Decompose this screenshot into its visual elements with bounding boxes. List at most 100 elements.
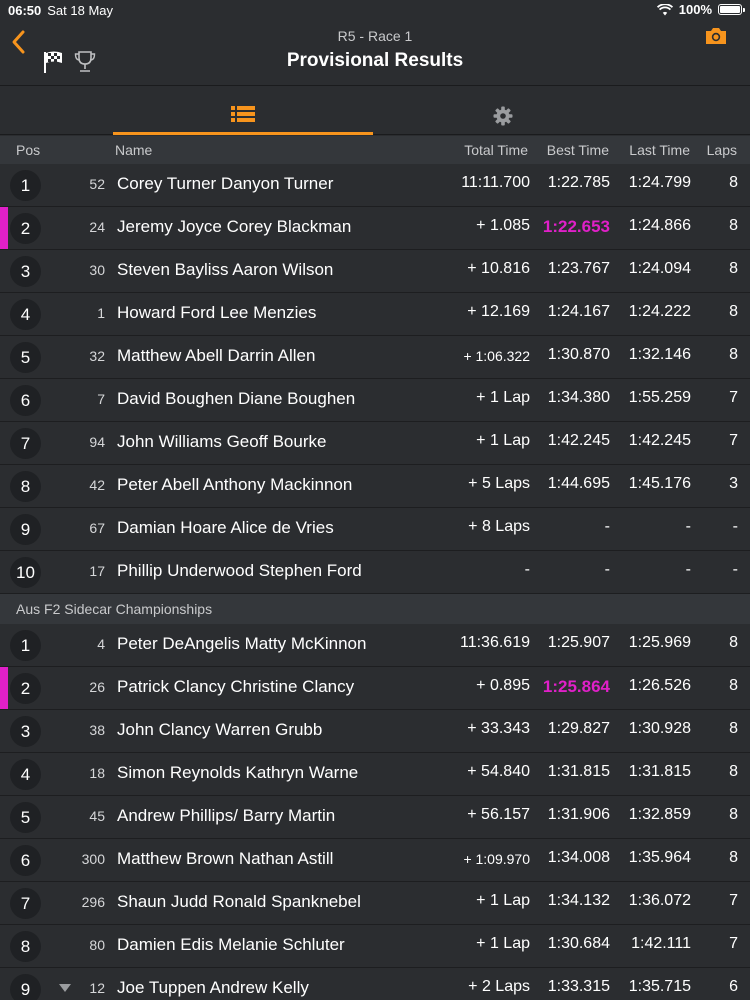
last-time: 1:26.526 [628, 677, 691, 694]
rider-names: Corey Turner Danyon Turner [117, 174, 334, 193]
rider-names: Andrew Phillips/ Barry Martin [117, 806, 336, 825]
total-time: + 33.343 [467, 720, 530, 737]
last-time: 1:42.111 [631, 935, 691, 952]
total-time: + 1:09.970 [463, 851, 530, 867]
rider-names: David Boughen Diane Boughen [117, 389, 356, 408]
status-date: Sat 18 May [47, 3, 114, 18]
result-row[interactable]: 6 7 David Boughen Diane Boughen + 1 Lap 1:34… [0, 379, 750, 422]
result-row[interactable]: 3 30 Steven Bayliss Aaron Wilson + 10.816 1:… [0, 250, 750, 293]
result-row[interactable]: 9 12 Joe Tuppen Andrew Kelly + 2 Laps 1:33.3… [0, 968, 750, 1000]
race-subtitle: R5 - Race 1 [337, 28, 413, 44]
rider-number: 45 [89, 808, 105, 824]
laps-count: 6 [729, 978, 738, 995]
laps-count: 8 [729, 217, 738, 234]
best-time: 1:24.167 [547, 303, 610, 320]
rider-names: Damian Hoare Alice de Vries [117, 518, 334, 537]
result-row[interactable]: 10 17 Phillip Underwood Stephen Ford - - - - [0, 551, 750, 594]
rider-names: John Clancy Warren Grubb [117, 720, 323, 739]
result-row[interactable]: 8 80 Damien Edis Melanie Schluter + 1 Lap 1:… [0, 925, 750, 968]
rider-names: Peter DeAngelis Matty McKinnon [117, 634, 367, 653]
col-laps: Laps [706, 142, 737, 158]
tab-settings[interactable] [373, 87, 633, 135]
last-time: 1:55.259 [628, 389, 691, 406]
rider-number: 18 [89, 765, 105, 781]
rider-names: Matthew Abell Darrin Allen [117, 346, 316, 365]
result-row[interactable]: 4 1 Howard Ford Lee Menzies + 12.169 1:24.16… [0, 293, 750, 336]
rider-names: John Williams Geoff Bourke [117, 432, 327, 451]
result-row[interactable]: 2 24 Jeremy Joyce Corey Blackman + 1.085 1:2… [0, 207, 750, 250]
best-time: 1:44.695 [547, 475, 610, 492]
result-row[interactable]: 7 296 Shaun Judd Ronald Spanknebel + 1 Lap 1… [0, 882, 750, 925]
total-time: 11:36.619 [460, 634, 530, 651]
rider-number: 7 [97, 391, 105, 407]
result-row[interactable]: 3 38 John Clancy Warren Grubb + 33.343 1:29.… [0, 710, 750, 753]
laps-count: - [732, 518, 738, 535]
laps-count: 8 [729, 849, 738, 866]
page-title: Provisional Results [286, 50, 464, 71]
best-time: 1:34.380 [547, 389, 610, 406]
result-row[interactable]: 9 67 Damian Hoare Alice de Vries + 8 Laps - -… [0, 508, 750, 551]
col-name: Name [115, 142, 153, 158]
position-down-icon [59, 984, 71, 992]
rider-number: 4 [97, 636, 105, 652]
rider-names: Steven Bayliss Aaron Wilson [117, 260, 334, 279]
result-row[interactable]: 1 52 Corey Turner Danyon Turner 11:11.700 1:… [0, 164, 750, 207]
laps-count: 8 [729, 303, 738, 320]
result-row[interactable]: 5 32 Matthew Abell Darrin Allen + 1:06.322 1… [0, 336, 750, 379]
total-time: + 1:06.322 [463, 348, 530, 364]
total-time: + 12.169 [467, 303, 530, 320]
rider-number: 67 [89, 520, 105, 536]
laps-count: 8 [729, 806, 738, 823]
rider-number: 26 [89, 679, 105, 695]
tab-results-list[interactable] [113, 87, 373, 135]
rider-number: 52 [89, 176, 105, 192]
column-header: Pos Name Total Time Best Time Last Time … [0, 136, 750, 164]
laps-count: 7 [729, 389, 738, 406]
rider-number: 24 [89, 219, 105, 235]
last-time: 1:36.072 [628, 892, 691, 909]
last-time: 1:24.094 [628, 260, 691, 277]
total-time: + 0.895 [476, 677, 530, 694]
rider-number: 1 [97, 305, 105, 321]
laps-count: 8 [729, 634, 738, 651]
last-time: 1:45.176 [628, 475, 691, 492]
result-row[interactable]: 2 26 Patrick Clancy Christine Clancy + 0.89… [0, 667, 750, 710]
rider-number: 12 [89, 980, 105, 996]
best-time: 1:22.785 [547, 174, 610, 191]
position-badge: 9 [10, 974, 41, 1000]
total-time: + 56.157 [467, 806, 530, 823]
result-row[interactable]: 5 45 Andrew Phillips/ Barry Martin + 56.157… [0, 796, 750, 839]
last-time: 1:24.799 [628, 174, 691, 191]
laps-count: - [732, 561, 738, 578]
result-row[interactable]: 7 94 John Williams Geoff Bourke + 1 Lap 1:42… [0, 422, 750, 465]
position-badge: 5 [10, 802, 41, 833]
rider-names: Jeremy Joyce Corey Blackman [117, 217, 352, 236]
rider-names: Matthew Brown Nathan Astill [117, 849, 334, 868]
col-last-time: Last Time [629, 142, 690, 158]
rider-number: 42 [89, 477, 105, 493]
total-time: + 54.840 [467, 763, 530, 780]
rider-number: 38 [89, 722, 105, 738]
laps-count: 7 [729, 432, 738, 449]
result-row[interactable]: 8 42 Peter Abell Anthony Mackinnon + 5 Laps… [0, 465, 750, 508]
last-time: 1:31.815 [628, 763, 691, 780]
battery-percent: 100% [678, 2, 712, 17]
total-time: + 8 Laps [468, 518, 530, 535]
wifi-icon [656, 3, 673, 15]
result-row[interactable]: 6 300 Matthew Brown Nathan Astill + 1:09.97… [0, 839, 750, 882]
total-time: + 5 Laps [468, 475, 530, 492]
camera-icon[interactable] [704, 26, 728, 46]
last-time: 1:30.928 [628, 720, 691, 737]
rider-number: 30 [89, 262, 105, 278]
laps-count: 3 [729, 475, 738, 492]
best-time: 1:31.815 [547, 763, 610, 780]
position-badge: 1 [10, 170, 41, 201]
rider-number: 80 [89, 937, 105, 953]
position-badge: 3 [10, 716, 41, 747]
total-time: + 1.085 [476, 217, 530, 234]
result-row[interactable]: 4 18 Simon Reynolds Kathryn Warne + 54.840 1… [0, 753, 750, 796]
best-time: 1:23.767 [547, 260, 610, 277]
total-time: + 1 Lap [476, 935, 530, 952]
laps-count: 7 [729, 935, 738, 952]
result-row[interactable]: 1 4 Peter DeAngelis Matty McKinnon 11:36.61… [0, 624, 750, 667]
